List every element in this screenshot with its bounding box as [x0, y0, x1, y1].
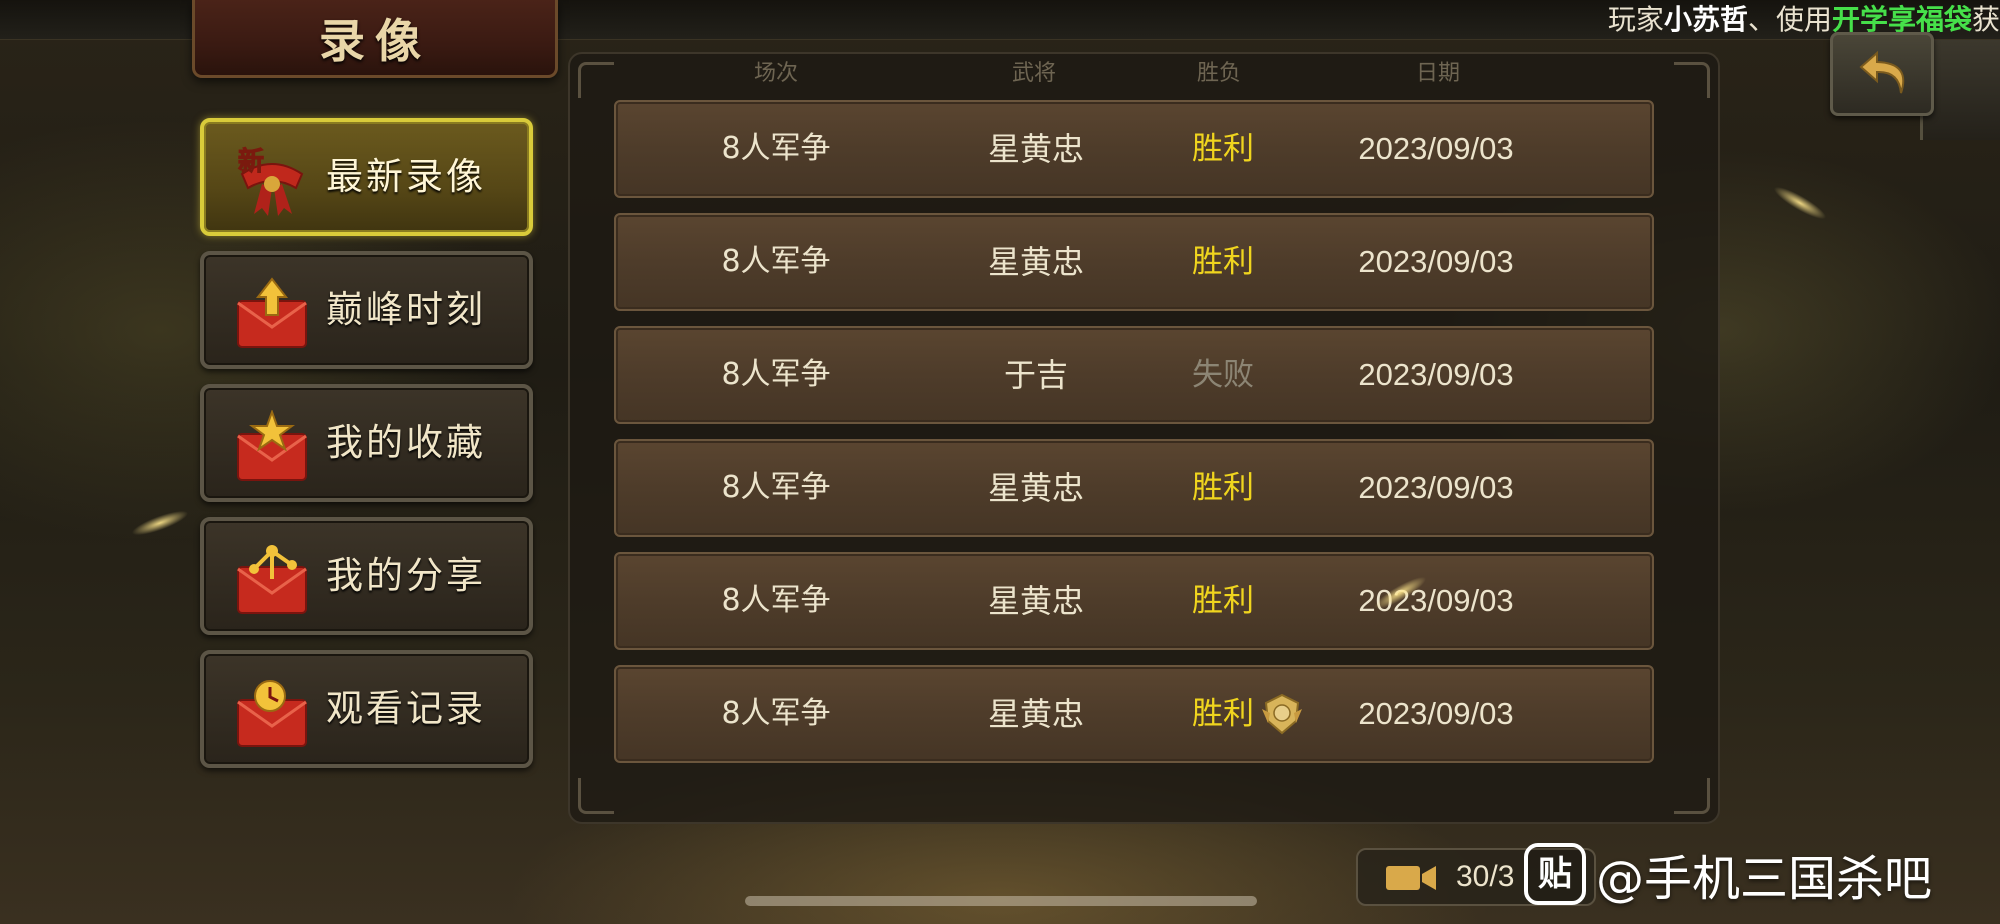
- announcement-middle: 、使用: [1747, 3, 1832, 36]
- table-row[interactable]: 8人军争 星黄忠 胜利 2023/09/03: [614, 439, 1654, 537]
- panel-corner-ornament: [1674, 778, 1710, 814]
- menu-item-my-shares[interactable]: 我的分享: [200, 517, 533, 635]
- menu-item-label: 最新录像: [326, 155, 486, 198]
- column-header-mode: 场次: [753, 61, 799, 86]
- menu-item-watch-history[interactable]: 观看记录: [200, 650, 533, 768]
- row-result: 胜利: [1192, 244, 1254, 280]
- menu-item-my-favorites[interactable]: 我的收藏: [200, 384, 533, 502]
- row-result: 胜利: [1192, 470, 1254, 506]
- panel-corner-ornament: [578, 778, 614, 814]
- red-envelope-history-icon: [237, 680, 307, 747]
- row-result: 胜利: [1192, 583, 1254, 619]
- table-row[interactable]: 8人军争 星黄忠 胜利 2023/09/03: [614, 100, 1654, 198]
- red-envelope-star-icon: [237, 410, 307, 481]
- table-row[interactable]: 8人军争 星黄忠 胜利 2023/09/03: [614, 213, 1654, 311]
- row-hero: 星黄忠: [987, 130, 1085, 168]
- menu-item-peak-moments[interactable]: 巅峰时刻: [200, 251, 533, 369]
- light-spark: [1770, 181, 1830, 225]
- announcement-suffix: 获: [1971, 3, 2000, 36]
- table-header: 场次 武将 胜负 日期: [568, 56, 1720, 92]
- page-title: 录像: [319, 13, 431, 68]
- red-envelope-arrow-icon: [237, 277, 307, 348]
- row-date: 2023/09/03: [1358, 470, 1514, 505]
- mvp-badge-icon: [1262, 693, 1302, 735]
- table-row[interactable]: 8人军争 于吉 失败 2023/09/03: [614, 326, 1654, 424]
- video-camera-icon: [1386, 866, 1436, 890]
- tieba-logo-icon: 贴: [1524, 843, 1586, 905]
- row-date: 2023/09/03: [1358, 131, 1514, 166]
- replay-rows: 8人军争 星黄忠 胜利 2023/09/03 8人军争 星黄忠 胜利 2023/…: [614, 100, 1654, 778]
- svg-text:新: 新: [238, 146, 264, 177]
- row-mode: 8人军争: [721, 131, 831, 166]
- light-spark: [129, 506, 191, 540]
- row-date: 2023/09/03: [1358, 696, 1514, 731]
- replay-count: 30/3: [1456, 860, 1515, 893]
- watermark-text: @手机三国杀吧: [1596, 851, 1933, 907]
- side-menu: 新 最新录像 巅峰时刻 我的收藏 我的分享 观看记录: [200, 118, 536, 783]
- row-mode: 8人军争: [721, 696, 831, 731]
- menu-item-latest-replays[interactable]: 新 最新录像: [200, 118, 533, 236]
- row-date: 2023/09/03: [1358, 244, 1514, 279]
- menu-item-label: 观看记录: [326, 687, 486, 730]
- announcement-player-name: 小苏哲: [1663, 3, 1748, 36]
- new-ribbon-icon: 新: [238, 146, 304, 216]
- column-header-hero: 武将: [1011, 61, 1057, 86]
- menu-item-label: 我的分享: [326, 554, 486, 597]
- row-hero: 星黄忠: [987, 695, 1085, 733]
- row-mode: 8人军争: [721, 583, 831, 618]
- row-hero: 星黄忠: [987, 582, 1085, 620]
- row-mode: 8人军争: [721, 470, 831, 505]
- red-envelope-share-icon: [237, 545, 307, 614]
- menu-item-label: 巅峰时刻: [326, 288, 486, 331]
- column-header-result: 胜负: [1196, 61, 1242, 86]
- row-result: 胜利: [1192, 131, 1254, 167]
- back-button[interactable]: [1830, 32, 1934, 116]
- row-hero: 于吉: [1003, 356, 1069, 394]
- page-title-plaque: 录像: [192, 0, 558, 78]
- row-result: 胜利: [1192, 696, 1254, 732]
- back-arrow-icon: [1859, 50, 1905, 94]
- row-hero: 星黄忠: [987, 243, 1085, 281]
- announcement-marquee: 玩家小苏哲、使用开学享福袋获: [1608, 2, 2000, 38]
- tieba-watermark: 贴 @手机三国杀吧: [1524, 836, 1932, 912]
- row-mode: 8人军争: [721, 244, 831, 279]
- announcement-prefix: 玩家: [1607, 3, 1664, 36]
- row-mode: 8人军争: [721, 357, 831, 392]
- column-header-date: 日期: [1415, 61, 1461, 86]
- row-hero: 星黄忠: [987, 469, 1085, 507]
- table-row[interactable]: 8人军争 星黄忠 胜利 2023/09/03: [614, 552, 1654, 650]
- menu-item-label: 我的收藏: [326, 421, 486, 464]
- row-result: 失败: [1192, 357, 1254, 393]
- row-date: 2023/09/03: [1358, 357, 1514, 392]
- table-row[interactable]: 8人军争 星黄忠 胜利 2023/09/03: [614, 665, 1654, 763]
- home-indicator[interactable]: [745, 896, 1257, 906]
